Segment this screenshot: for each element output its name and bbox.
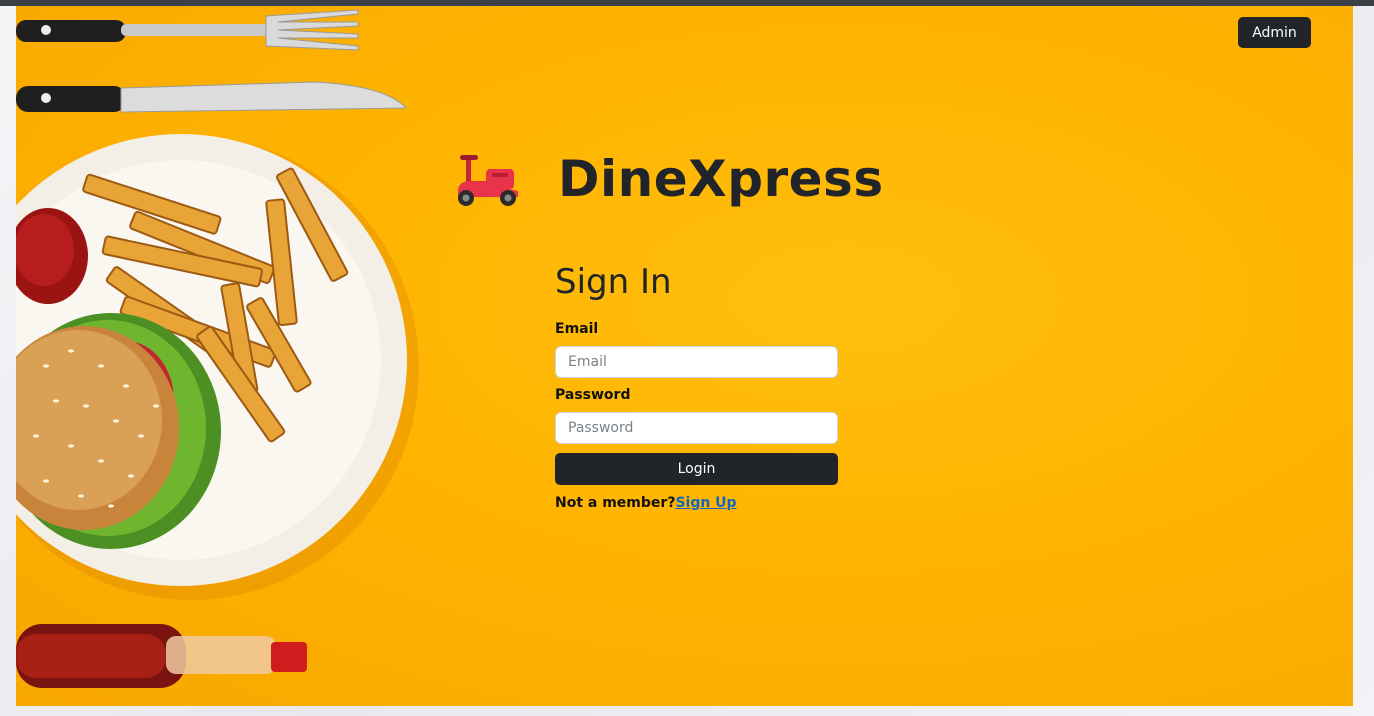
not-member-text: Not a member? — [555, 495, 676, 511]
password-field[interactable] — [555, 412, 838, 444]
password-label: Password — [555, 387, 631, 403]
signup-prompt: Not a member?Sign Up — [555, 495, 838, 511]
signup-link[interactable]: Sign Up — [675, 495, 736, 511]
brand-name: DineXpress — [558, 150, 884, 208]
login-button[interactable]: Login — [555, 453, 838, 485]
email-label: Email — [555, 321, 599, 337]
signin-form: Sign In Email Password Login Not a membe… — [555, 260, 838, 511]
admin-button[interactable]: Admin — [1238, 17, 1311, 48]
email-field[interactable] — [555, 346, 838, 378]
page-title: Sign In — [555, 262, 672, 302]
scooter-icon — [458, 155, 518, 206]
food-illustration — [16, 9, 419, 688]
login-page-background: Admin DineXpress Sign In Email Password … — [16, 6, 1353, 706]
brand-header: DineXpress — [452, 144, 884, 214]
